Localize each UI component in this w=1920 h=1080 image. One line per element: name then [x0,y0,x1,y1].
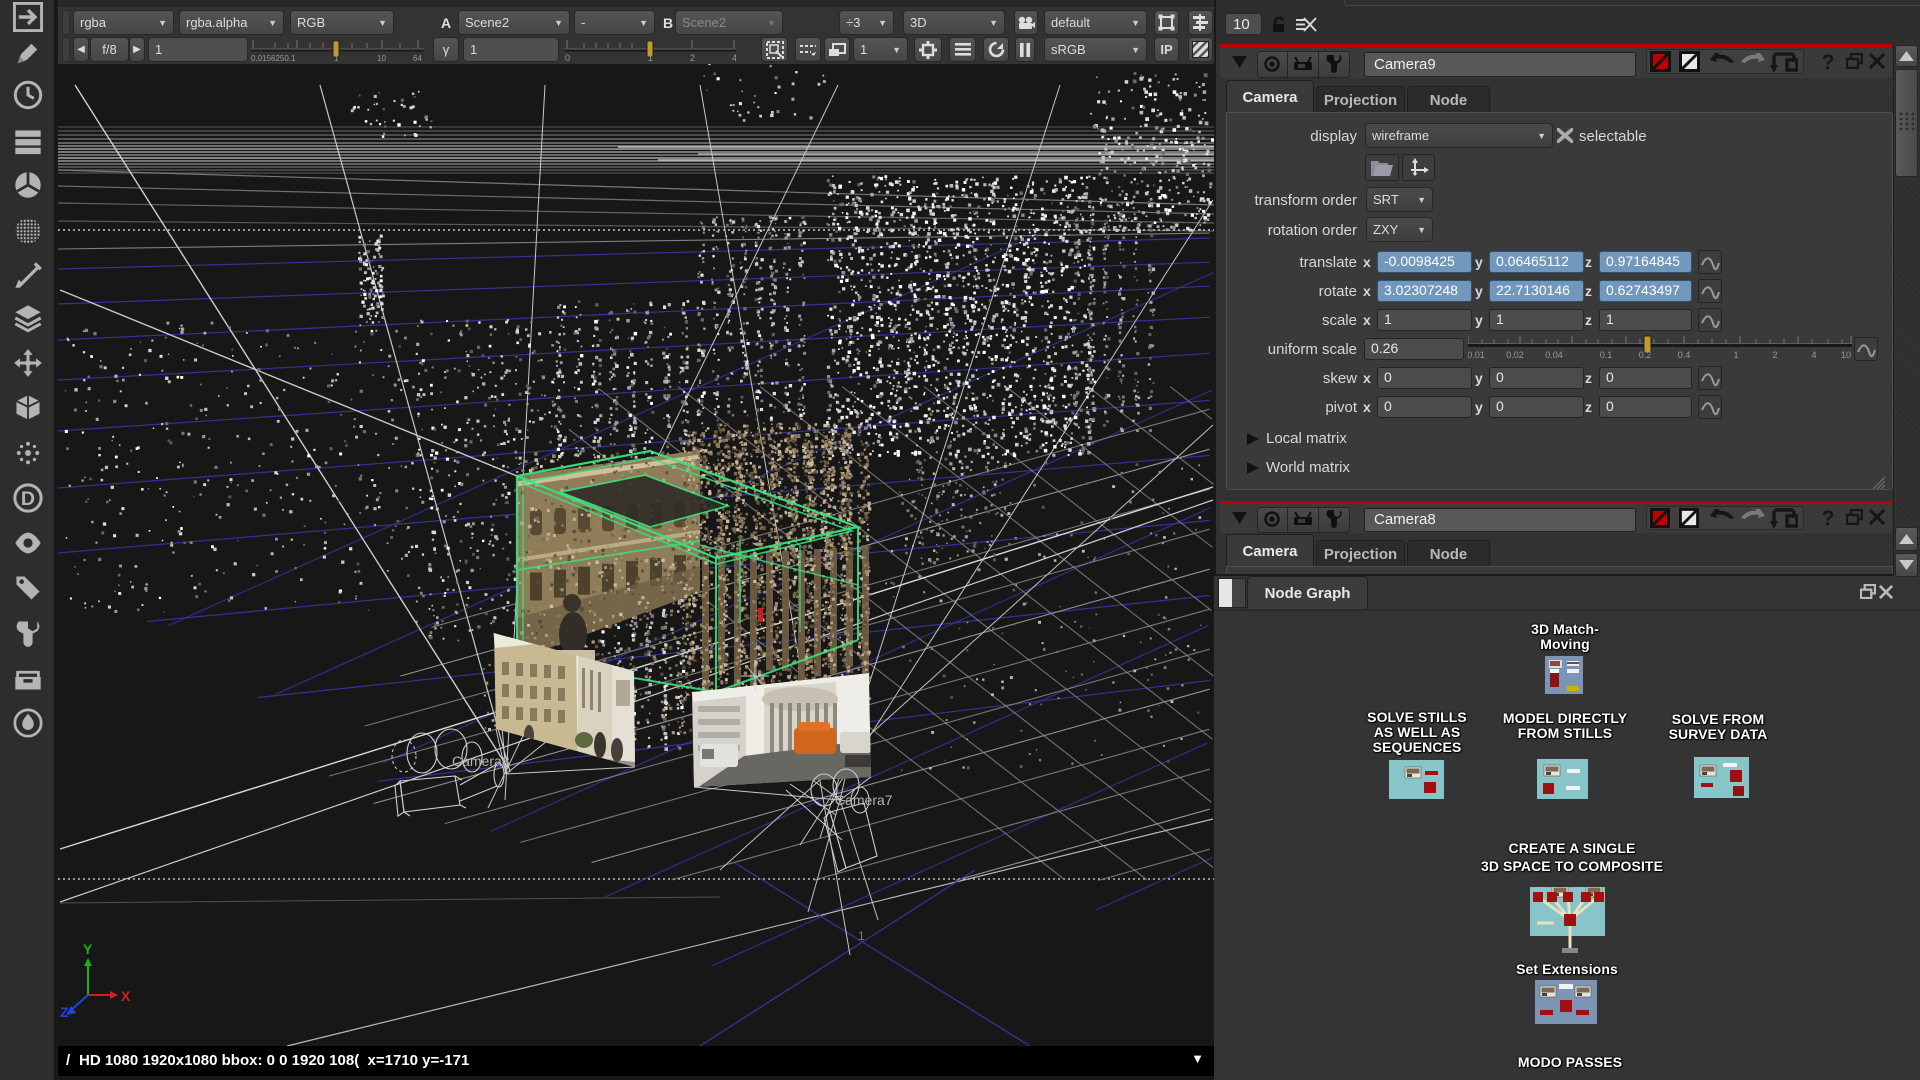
svg-text:D: D [21,488,35,510]
